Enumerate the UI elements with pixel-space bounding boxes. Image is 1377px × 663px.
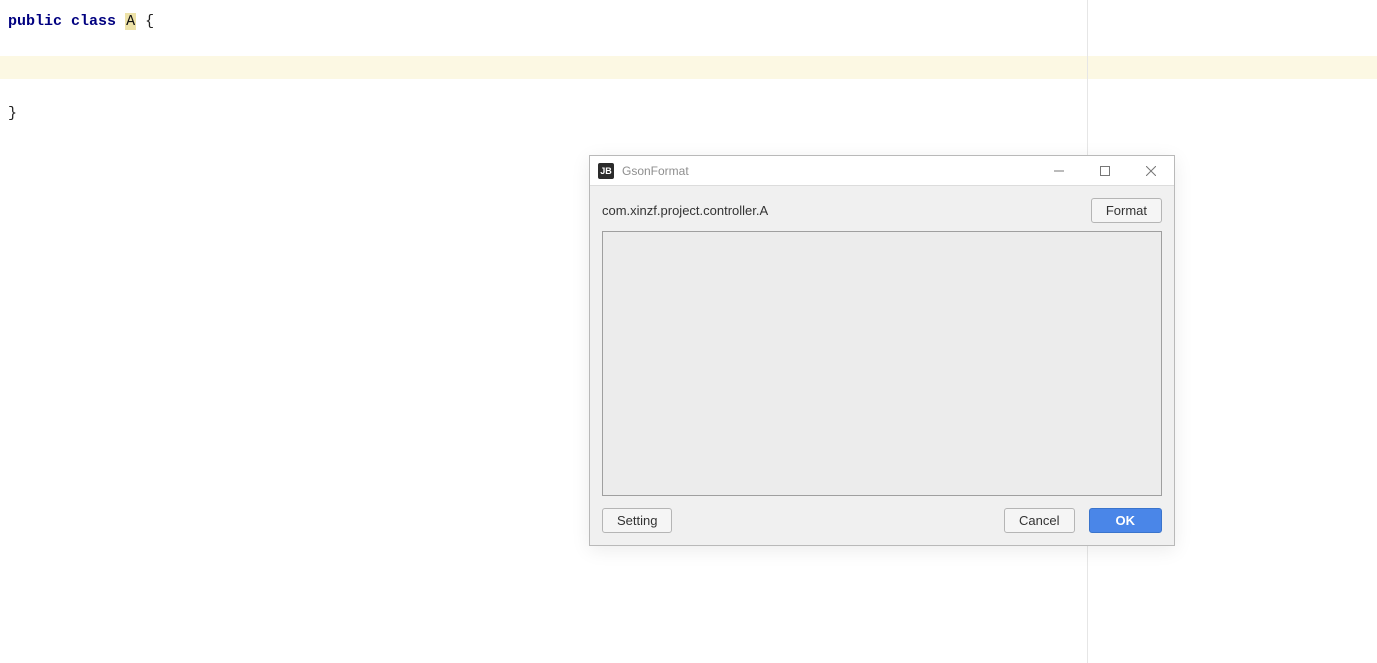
- brace: }: [8, 105, 17, 122]
- close-icon[interactable]: [1128, 156, 1174, 185]
- keyword: class: [71, 13, 116, 30]
- cancel-button[interactable]: Cancel: [1004, 508, 1074, 533]
- code-line: }: [0, 102, 1377, 125]
- brace: {: [136, 13, 154, 30]
- class-name-highlight: A: [125, 13, 136, 30]
- dialog-bottom-row: Setting Cancel OK: [602, 508, 1162, 533]
- code-line-highlighted: [0, 56, 1377, 79]
- window-controls: [1036, 156, 1174, 185]
- class-path-label: com.xinzf.project.controller.A: [602, 203, 1091, 218]
- dialog-body: com.xinzf.project.controller.A Format Se…: [590, 186, 1174, 545]
- dialog-titlebar[interactable]: JB GsonFormat: [590, 156, 1174, 186]
- minimize-icon[interactable]: [1036, 156, 1082, 185]
- keyword: public: [8, 13, 62, 30]
- setting-button[interactable]: Setting: [602, 508, 672, 533]
- code-line: public class A {: [0, 10, 1377, 33]
- ok-button[interactable]: OK: [1089, 508, 1163, 533]
- dialog-top-row: com.xinzf.project.controller.A Format: [602, 198, 1162, 223]
- dialog-title: GsonFormat: [622, 164, 1036, 178]
- code-line: [0, 79, 1377, 102]
- code-line: [0, 33, 1377, 56]
- format-button[interactable]: Format: [1091, 198, 1162, 223]
- gsonformat-dialog: JB GsonFormat com.xinzf.project.controll…: [589, 155, 1175, 546]
- maximize-icon[interactable]: [1082, 156, 1128, 185]
- json-input[interactable]: [602, 231, 1162, 496]
- app-icon: JB: [598, 163, 614, 179]
